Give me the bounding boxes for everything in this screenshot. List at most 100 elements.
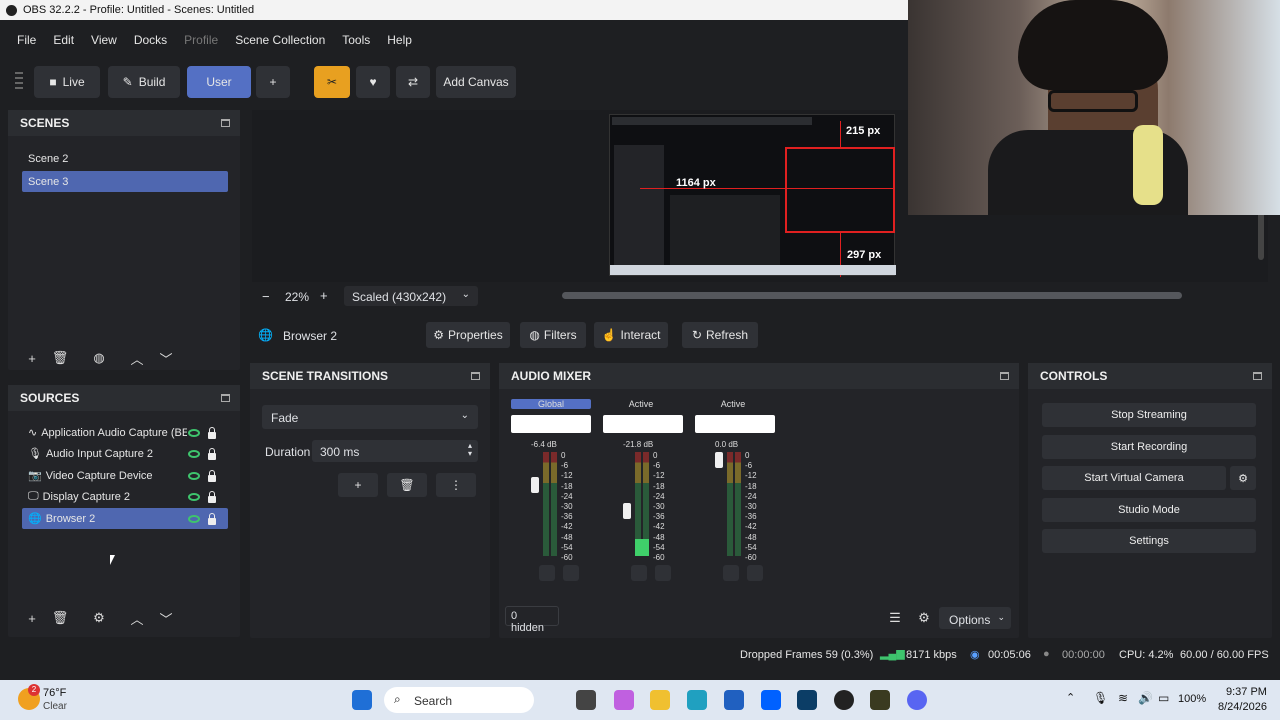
float-icon[interactable]	[221, 394, 230, 402]
visibility-eye-icon[interactable]	[188, 493, 200, 501]
task-view-icon[interactable]	[576, 690, 596, 710]
virtual-camera-settings-button[interactable]: ⚙	[1230, 466, 1256, 490]
float-icon[interactable]	[471, 372, 480, 380]
visibility-eye-icon[interactable]	[188, 472, 200, 480]
user-button[interactable]: User	[187, 66, 251, 98]
obs-taskbar-icon[interactable]	[834, 690, 854, 710]
scale-dropdown[interactable]: Scaled (430x242) ⌄	[344, 286, 478, 306]
windows-start-icon[interactable]	[352, 690, 372, 710]
volume-fader[interactable]	[531, 477, 539, 493]
lock-icon[interactable]	[208, 513, 216, 525]
float-icon[interactable]	[1253, 372, 1262, 380]
duration-spinbox[interactable]: 300 ms ▴ ▾	[312, 440, 478, 462]
lock-icon[interactable]	[208, 427, 216, 439]
app-icon[interactable]	[870, 690, 890, 710]
edge-icon[interactable]	[687, 690, 707, 710]
start-virtual-camera-button[interactable]: Start Virtual Camera	[1042, 466, 1226, 490]
transition-menu-button[interactable]: ⋮	[436, 473, 476, 497]
transition-dropdown[interactable]: Fade ⌄	[262, 405, 478, 429]
discord-icon[interactable]	[907, 690, 927, 710]
float-icon[interactable]	[1000, 372, 1009, 380]
float-icon[interactable]	[221, 119, 230, 127]
add-source-icon[interactable]: +	[22, 608, 42, 628]
app-icon[interactable]	[797, 690, 817, 710]
menu-scene-collection[interactable]: Scene Collection	[235, 33, 325, 47]
file-explorer-icon[interactable]	[650, 690, 670, 710]
add-transition-button[interactable]: +	[338, 473, 378, 497]
interact-button[interactable]: ☝ Interact	[594, 322, 668, 348]
taskbar-search[interactable]: ⌕ Search	[384, 687, 534, 713]
settings-button[interactable]: Settings	[1042, 529, 1256, 553]
lock-icon[interactable]	[208, 470, 216, 482]
wifi-icon[interactable]: ≋	[1118, 691, 1128, 705]
zoom-in-button[interactable]: +	[320, 288, 328, 303]
live-button[interactable]: ■ Live	[34, 66, 100, 98]
volume-icon[interactable]: 🔊	[1138, 691, 1153, 705]
trash-icon[interactable]: 🗑	[50, 608, 70, 628]
refresh-button[interactable]: ↻ Refresh	[682, 322, 758, 348]
speaker-icon[interactable]	[723, 565, 739, 581]
sources-dock: SOURCES ∿ Application Audio Capture (BE 🎙…	[8, 385, 240, 637]
trash-icon[interactable]: 🗑	[50, 348, 70, 368]
headphones-icon[interactable]	[563, 565, 579, 581]
scene-item[interactable]: Scene 2	[22, 148, 228, 169]
menu-docks[interactable]: Docks	[134, 33, 167, 47]
menu-file[interactable]: File	[17, 33, 36, 47]
heart-button[interactable]: ♥	[356, 66, 390, 98]
menu-tools[interactable]: Tools	[342, 33, 370, 47]
options-dropdown[interactable]: Options ⌄	[939, 607, 1011, 629]
volume-fader[interactable]	[623, 503, 631, 519]
preview-canvas[interactable]: 215 px 1164 px 297 px	[609, 114, 896, 277]
stop-streaming-button[interactable]: Stop Streaming	[1042, 403, 1256, 427]
speaker-icon[interactable]	[631, 565, 647, 581]
properties-button[interactable]: ⚙ Properties	[426, 322, 510, 348]
clock-date[interactable]: 8/24/2026	[1218, 701, 1267, 713]
lock-icon[interactable]	[208, 448, 216, 460]
hidden-count[interactable]: 0 hidden	[505, 606, 559, 634]
visibility-eye-icon[interactable]	[188, 429, 200, 437]
toolbar-grip-icon[interactable]	[15, 72, 23, 92]
chevron-down-icon[interactable]: ﹀	[156, 348, 176, 368]
microphone-icon[interactable]: 🎙	[1093, 691, 1108, 705]
zoom-out-button[interactable]: −	[262, 289, 270, 304]
spin-arrows-icon[interactable]: ▴ ▾	[468, 442, 472, 458]
scene-item-selected[interactable]: Scene 3	[22, 171, 228, 192]
headphones-icon[interactable]	[747, 565, 763, 581]
add-canvas-button[interactable]: Add Canvas	[436, 66, 516, 98]
selection-box[interactable]	[785, 147, 895, 233]
copilot-icon[interactable]	[614, 690, 634, 710]
menu-view[interactable]: View	[91, 33, 117, 47]
preview-hscroll[interactable]	[562, 292, 1182, 299]
visibility-eye-icon[interactable]	[188, 515, 200, 523]
filters-button[interactable]: ◍ Filters	[520, 322, 586, 348]
filter-icon[interactable]: ◍	[89, 348, 109, 368]
menu-edit[interactable]: Edit	[53, 33, 74, 47]
add-mode-button[interactable]: +	[256, 66, 290, 98]
start-recording-button[interactable]: Start Recording	[1042, 435, 1256, 459]
chevron-up-icon[interactable]: ︿	[127, 348, 147, 368]
visibility-eye-icon[interactable]	[188, 450, 200, 458]
preview-vscroll[interactable]	[1258, 210, 1264, 260]
dropbox-icon[interactable]	[761, 690, 781, 710]
menu-help[interactable]: Help	[387, 33, 412, 47]
headphones-icon[interactable]	[655, 565, 671, 581]
remove-transition-button[interactable]: 🗑	[387, 473, 427, 497]
chevron-down-icon[interactable]: ﹀	[156, 608, 176, 628]
volume-fader[interactable]	[715, 452, 723, 468]
sliders-icon[interactable]: ☰	[885, 608, 905, 628]
scissors-button[interactable]: ✂	[314, 66, 350, 98]
clock-time[interactable]: 9:37 PM	[1226, 686, 1267, 698]
gear-icon[interactable]: ⚙	[914, 608, 934, 628]
build-button[interactable]: ✎ Build	[108, 66, 180, 98]
battery-icon[interactable]: ▭	[1158, 691, 1169, 705]
store-icon[interactable]	[724, 690, 744, 710]
chevron-up-icon[interactable]: ⌃	[1066, 691, 1075, 704]
studio-mode-button[interactable]: Studio Mode	[1042, 498, 1256, 522]
swap-button[interactable]: ⇄	[396, 66, 430, 98]
lock-icon[interactable]	[208, 491, 216, 503]
add-scene-icon[interactable]: +	[22, 348, 42, 368]
menu-profile[interactable]: Profile	[184, 33, 218, 47]
speaker-icon[interactable]	[539, 565, 555, 581]
gear-icon[interactable]: ⚙	[89, 608, 109, 628]
chevron-up-icon[interactable]: ︿	[127, 608, 147, 628]
